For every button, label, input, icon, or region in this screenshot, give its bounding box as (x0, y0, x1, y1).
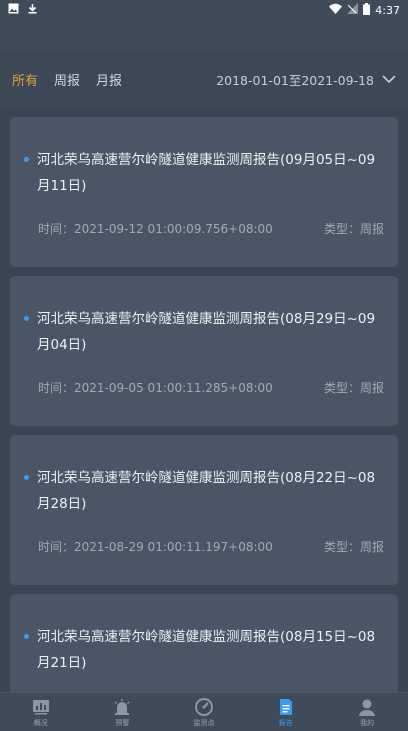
report-card[interactable]: 河北荣乌高速营尔岭隧道健康监测周报告(09月05日~09月11日) 时间：202… (10, 117, 398, 267)
bottom-tab-bar: 概况 预警 监测点 报告 我的 (0, 692, 408, 731)
bullet-dot-icon (24, 316, 29, 321)
user-icon (359, 699, 376, 716)
header-area (0, 20, 408, 50)
filter-tab-monthly[interactable]: 月报 (96, 70, 122, 89)
tab-alarm[interactable]: 预警 (82, 693, 164, 731)
chevron-down-icon (382, 72, 396, 87)
report-title: 河北荣乌高速营尔岭隧道健康监测周报告(08月15日~08月21日) (37, 629, 376, 671)
bullet-dot-icon (24, 157, 29, 162)
tab-overview[interactable]: 概况 (0, 693, 82, 731)
report-title: 河北荣乌高速营尔岭隧道健康监测周报告(08月29日~09月04日) (37, 311, 376, 353)
tab-monitor-points[interactable]: 监测点 (163, 693, 245, 731)
tab-me[interactable]: 我的 (326, 693, 408, 731)
bullet-dot-icon (24, 634, 29, 639)
date-range-picker[interactable]: 2018-01-01至2021-09-18 (216, 70, 396, 89)
report-title: 河北荣乌高速营尔岭隧道健康监测周报告(08月22日~08月28日) (37, 470, 376, 512)
wifi-icon (329, 3, 343, 17)
report-time: 时间：2021-09-12 01:00:09.756+08:00 (38, 222, 273, 236)
report-time: 时间：2021-09-05 01:00:11.285+08:00 (38, 381, 273, 395)
bullet-dot-icon (24, 475, 29, 480)
filter-tab-all[interactable]: 所有 (12, 70, 38, 89)
report-type: 类型：周报 (323, 222, 384, 236)
tab-label: 我的 (360, 718, 375, 727)
report-title: 河北荣乌高速营尔岭隧道健康监测周报告(09月05日~09月11日) (37, 152, 376, 194)
status-bar: 4:37 (0, 0, 408, 20)
filter-bar: 所有 周报 月报 2018-01-01至2021-09-18 (0, 50, 408, 108)
tab-report[interactable]: 报告 (245, 693, 327, 731)
clock-time: 4:37 (375, 3, 400, 17)
tab-label: 概况 (33, 718, 48, 727)
filter-tab-weekly[interactable]: 周报 (54, 70, 80, 89)
report-card[interactable]: 河北荣乌高速营尔岭隧道健康监测周报告(08月22日~08月28日) 时间：202… (10, 435, 398, 585)
report-card[interactable]: 河北荣乌高速营尔岭隧道健康监测周报告(08月15日~08月21日) (10, 594, 398, 692)
report-icon (279, 698, 292, 715)
image-notification-icon (8, 3, 19, 17)
battery-icon (363, 2, 371, 18)
report-list[interactable]: 河北荣乌高速营尔岭隧道健康监测周报告(09月05日~09月11日) 时间：202… (0, 108, 408, 692)
gauge-icon (194, 697, 213, 716)
report-type: 类型：周报 (323, 540, 384, 554)
report-card[interactable]: 河北荣乌高速营尔岭隧道健康监测周报告(08月29日~09月04日) 时间：202… (10, 276, 398, 426)
report-type: 类型：周报 (323, 381, 384, 395)
download-notification-icon (27, 3, 38, 17)
alarm-icon (114, 698, 130, 715)
overview-icon (32, 699, 49, 714)
tab-label: 报告 (278, 718, 293, 727)
tab-label: 监测点 (193, 718, 215, 727)
tab-label: 预警 (115, 718, 130, 727)
signal-icon (347, 3, 359, 17)
report-time: 时间：2021-08-29 01:00:11.197+08:00 (38, 540, 273, 554)
date-range-label: 2018-01-01至2021-09-18 (216, 72, 374, 88)
